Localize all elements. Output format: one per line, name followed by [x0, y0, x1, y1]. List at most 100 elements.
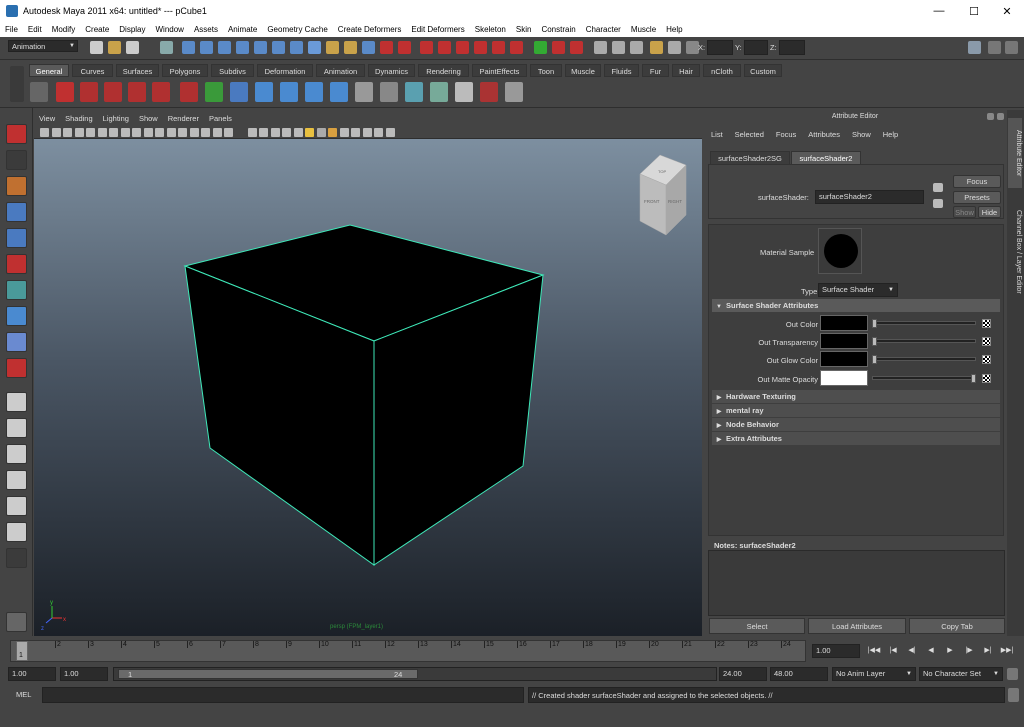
- menu-edit-deformers[interactable]: Edit Deformers: [406, 25, 469, 34]
- toolbox-tool-icon[interactable]: [6, 392, 27, 412]
- out-matte-opacity-swatch[interactable]: [820, 370, 868, 386]
- shelf-tool-icon[interactable]: [330, 82, 348, 102]
- focus-button[interactable]: Focus: [953, 175, 1001, 188]
- playback-button[interactable]: |◀◀: [866, 644, 882, 658]
- side-tab-channel-box[interactable]: Channel Box / Layer Editor: [1008, 192, 1022, 312]
- close-button[interactable]: ✕: [990, 0, 1024, 22]
- out-color-slider[interactable]: [872, 321, 976, 325]
- checker-map-icon[interactable]: [982, 337, 991, 346]
- menu-muscle[interactable]: Muscle: [626, 25, 661, 34]
- ae-menu-selected[interactable]: Selected: [729, 130, 770, 139]
- menu-create-deformers[interactable]: Create Deformers: [333, 25, 407, 34]
- playback-end-field[interactable]: 24.00: [719, 667, 767, 681]
- channel-box-toggle-icon[interactable]: [1005, 41, 1018, 54]
- viewport-tool-icon[interactable]: [40, 128, 49, 137]
- status-tool-icon[interactable]: [218, 41, 231, 54]
- out-matte-opacity-slider[interactable]: [872, 376, 976, 380]
- out-matte-opacity-slider-thumb[interactable]: [971, 374, 976, 383]
- shelf-tool-icon[interactable]: [230, 82, 248, 102]
- menu-skin[interactable]: Skin: [511, 25, 537, 34]
- viewport-tool-icon[interactable]: [328, 128, 337, 137]
- status-tool-icon[interactable]: [272, 41, 285, 54]
- anim-layer-dropdown[interactable]: No Anim Layer ▼: [832, 667, 916, 681]
- status-tool-icon[interactable]: [380, 41, 393, 54]
- playback-button[interactable]: ▶▶|: [999, 644, 1015, 658]
- shelf-tool-icon[interactable]: [180, 82, 198, 102]
- status-tool-icon[interactable]: [570, 41, 583, 54]
- float-panel-icon[interactable]: [987, 113, 994, 120]
- toolbox-tool-icon[interactable]: [6, 306, 27, 326]
- menu-character[interactable]: Character: [581, 25, 626, 34]
- out-transparency-slider-thumb[interactable]: [872, 337, 877, 346]
- status-tool-icon[interactable]: [308, 41, 321, 54]
- perspective-viewport[interactable]: TOP FRONT RIGHT x y z persp (FPM_layer1): [34, 139, 702, 636]
- section-node-behavior[interactable]: ▶ Node Behavior: [712, 418, 1000, 431]
- menu-animate[interactable]: Animate: [223, 25, 262, 34]
- x-field[interactable]: [707, 40, 733, 55]
- start-time-field[interactable]: 1.00: [8, 667, 56, 681]
- viewport-tool-icon[interactable]: [247, 128, 257, 137]
- toolbox-tool-icon[interactable]: [6, 358, 27, 378]
- checker-map-icon[interactable]: [982, 355, 991, 364]
- shelf-tab-animation[interactable]: Animation: [316, 64, 365, 77]
- tab-surfaceshader2[interactable]: surfaceShader2: [791, 151, 861, 165]
- out-glow-color-slider-thumb[interactable]: [872, 355, 877, 364]
- shelf-tool-icon[interactable]: [405, 82, 423, 102]
- shelf-tab-polygons[interactable]: Polygons: [162, 64, 208, 77]
- shelf-tool-icon[interactable]: [104, 82, 122, 102]
- viewport-tool-icon[interactable]: [316, 128, 326, 137]
- shelf-tab-custom[interactable]: Custom: [744, 64, 782, 77]
- viewport-tool-icon[interactable]: [178, 128, 187, 137]
- menu-help[interactable]: Help: [661, 25, 687, 34]
- viewport-tool-icon[interactable]: [201, 128, 210, 137]
- status-tool-icon[interactable]: [160, 41, 173, 54]
- shelf-tool-icon[interactable]: [205, 82, 223, 102]
- shelf-tool-icon[interactable]: [305, 82, 323, 102]
- shelf-tool-icon[interactable]: [80, 82, 98, 102]
- playback-button[interactable]: ◀|: [904, 644, 920, 658]
- show-button[interactable]: Show: [953, 206, 976, 218]
- end-time-field[interactable]: 48.00: [770, 667, 828, 681]
- shelf-tool-icon[interactable]: [455, 82, 473, 102]
- toolbox-tool-icon[interactable]: [6, 496, 27, 516]
- ae-menu-attributes[interactable]: Attributes: [802, 130, 846, 139]
- viewport-tool-icon[interactable]: [374, 128, 383, 137]
- section-hardware-texturing[interactable]: ▶ Hardware Texturing: [712, 390, 1000, 403]
- range-slider[interactable]: [113, 667, 717, 681]
- shelf-tab-rendering[interactable]: Rendering: [418, 64, 469, 77]
- viewport-tool-icon[interactable]: [385, 128, 395, 137]
- toolbox-tool-icon[interactable]: [6, 254, 27, 274]
- shelf-tool-icon[interactable]: [152, 82, 170, 102]
- minimize-button[interactable]: —: [922, 0, 956, 22]
- menu-assets[interactable]: Assets: [189, 25, 223, 34]
- shelf-tool-icon[interactable]: [380, 82, 398, 102]
- viewport-tool-icon[interactable]: [293, 128, 303, 137]
- toolbox-tool-icon[interactable]: [6, 332, 27, 352]
- tool-settings-toggle-icon[interactable]: [988, 41, 1001, 54]
- viewport-tool-icon[interactable]: [259, 128, 268, 137]
- status-tool-icon[interactable]: [438, 41, 451, 54]
- shelf-tool-icon[interactable]: [128, 82, 146, 102]
- viewport-tool-icon[interactable]: [339, 128, 349, 137]
- side-tab-attribute-editor[interactable]: Attribute Editor: [1008, 118, 1022, 188]
- status-tool-icon[interactable]: [398, 41, 411, 54]
- section-surface-shader-attributes[interactable]: ▼ Surface Shader Attributes: [712, 299, 1000, 312]
- viewport-tool-icon[interactable]: [305, 128, 314, 137]
- shelf-tab-ncloth[interactable]: nCloth: [703, 64, 741, 77]
- status-tool-icon[interactable]: [254, 41, 267, 54]
- toolbox-tool-icon[interactable]: [6, 418, 27, 438]
- tab-surfaceshader2sg[interactable]: surfaceShader2SG: [710, 151, 790, 165]
- notes-field[interactable]: [708, 550, 1005, 616]
- viewport-tool-icon[interactable]: [132, 128, 141, 137]
- viewport-tool-icon[interactable]: [86, 128, 95, 137]
- z-field[interactable]: [779, 40, 805, 55]
- menu-edit[interactable]: Edit: [23, 25, 47, 34]
- out-transparency-swatch[interactable]: [820, 333, 868, 349]
- command-input[interactable]: [42, 687, 524, 703]
- viewport-tool-icon[interactable]: [143, 128, 153, 137]
- ae-menu-list[interactable]: List: [705, 130, 729, 139]
- close-panel-icon[interactable]: [997, 113, 1004, 120]
- status-tool-icon[interactable]: [650, 41, 663, 54]
- shelf-tab-dynamics[interactable]: Dynamics: [368, 64, 415, 77]
- status-tool-icon[interactable]: [108, 41, 121, 54]
